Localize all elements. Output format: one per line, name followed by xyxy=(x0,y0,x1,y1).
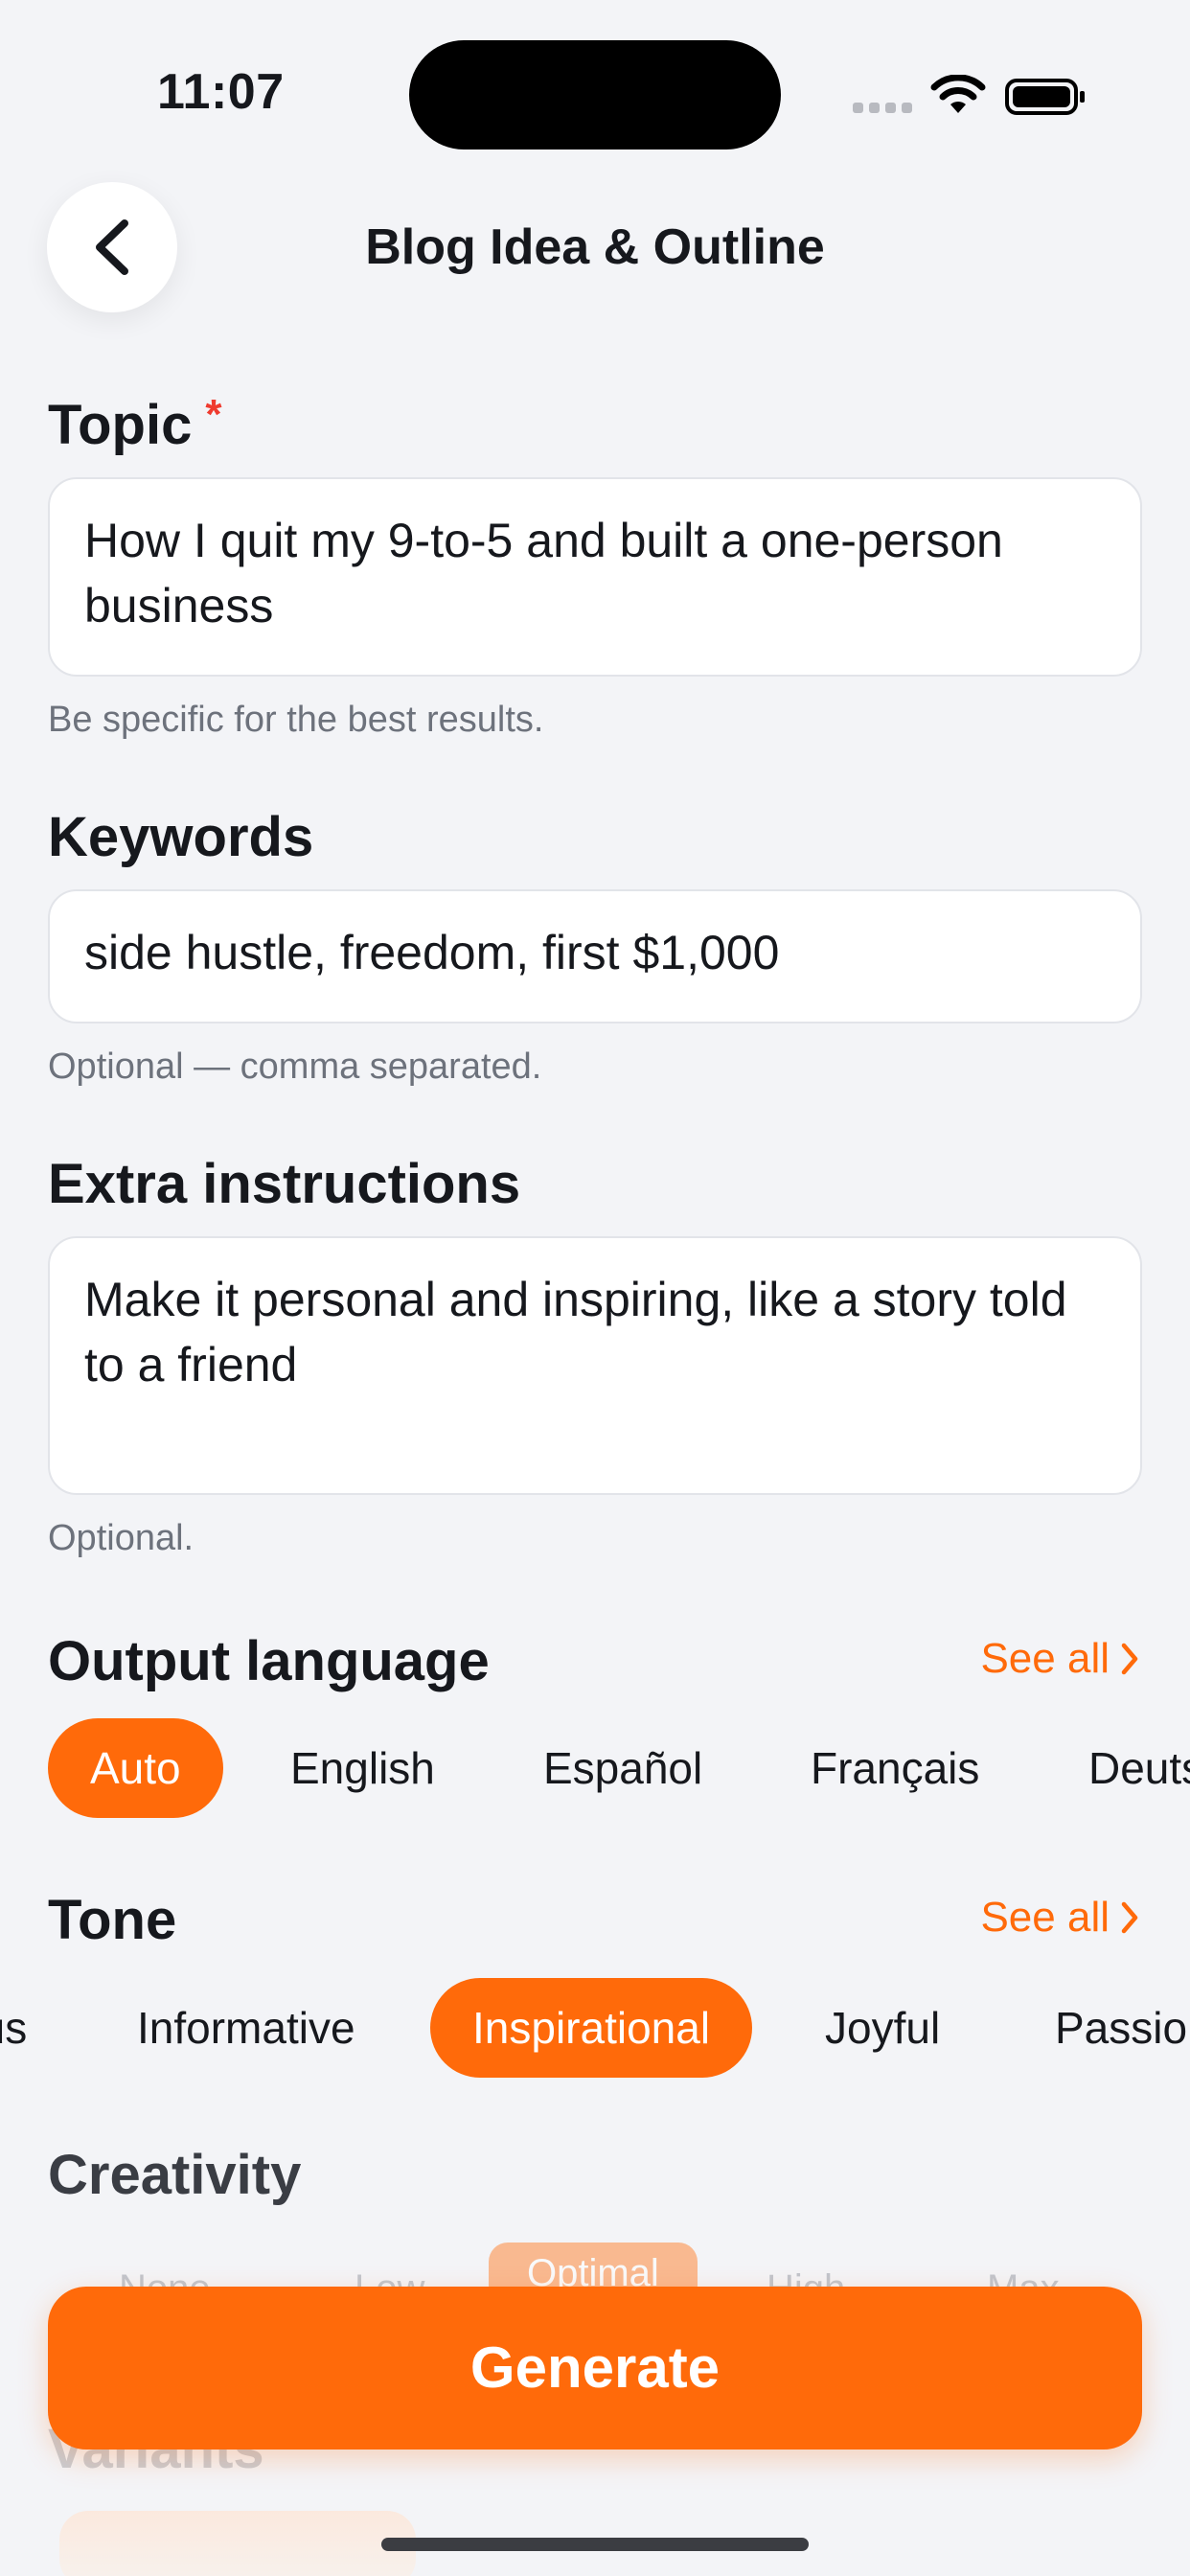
language-chip-row: Auto English Español Français Deutsch xyxy=(0,1718,1190,1820)
home-indicator xyxy=(381,2538,809,2551)
cellular-signal-icon xyxy=(853,103,912,113)
language-chip-english[interactable]: English xyxy=(290,1718,435,1818)
battery-icon xyxy=(1005,79,1085,115)
tone-chip-row: Humorous Informative Inspirational Joyfu… xyxy=(0,1978,1190,2080)
language-chip-deutsch[interactable]: Deutsch xyxy=(1088,1718,1190,1818)
topic-label-text: Topic xyxy=(48,394,193,456)
language-chip-francais[interactable]: Français xyxy=(811,1718,979,1818)
required-marker: * xyxy=(205,391,222,438)
tone-label: Tone xyxy=(48,1889,177,1951)
creativity-label: Creativity xyxy=(48,2144,302,2206)
language-see-all-link[interactable]: See all xyxy=(980,1635,1140,1683)
keywords-helper: Optional — comma separated. xyxy=(48,1046,542,1087)
chevron-right-icon xyxy=(1121,1901,1138,1934)
language-chip-espanol[interactable]: Español xyxy=(543,1718,702,1818)
topic-input[interactable]: How I quit my 9-to-5 and built a one-per… xyxy=(48,477,1142,677)
topic-label: Topic * xyxy=(48,391,222,457)
topic-helper: Be specific for the best results. xyxy=(48,700,544,740)
status-time: 11:07 xyxy=(157,64,285,120)
wifi-icon xyxy=(930,75,986,113)
extra-instructions-input[interactable]: Make it personal and inspiring, like a s… xyxy=(48,1236,1142,1495)
generate-button[interactable]: Generate xyxy=(48,2287,1142,2450)
extra-instructions-label: Extra instructions xyxy=(48,1153,521,1215)
page-title: Blog Idea & Outline xyxy=(365,219,825,275)
keywords-input[interactable]: side hustle, freedom, first $1,000 xyxy=(48,889,1142,1024)
language-see-all-text: See all xyxy=(980,1635,1110,1682)
tone-chip-inspirational[interactable]: Inspirational xyxy=(430,1978,753,2078)
tone-chip-humorous[interactable]: Humorous xyxy=(0,1978,27,2078)
tone-see-all-text: See all xyxy=(980,1894,1110,1941)
tone-chip-passionate[interactable]: Passionate xyxy=(1055,1978,1190,2078)
dynamic-island xyxy=(409,40,781,150)
tone-see-all-link[interactable]: See all xyxy=(980,1894,1140,1942)
variant-option[interactable] xyxy=(59,2511,416,2576)
screen: 11:07 Blog Idea & Outline Topic * How I q… xyxy=(0,0,1190,2576)
tone-chip-informative[interactable]: Informative xyxy=(137,1978,355,2078)
chevron-right-icon xyxy=(1121,1643,1138,1675)
output-language-label: Output language xyxy=(48,1630,490,1692)
extra-instructions-helper: Optional. xyxy=(48,1518,195,1558)
keywords-label: Keywords xyxy=(48,806,314,868)
language-chip-auto[interactable]: Auto xyxy=(48,1718,223,1818)
tone-chip-joyful[interactable]: Joyful xyxy=(825,1978,940,2078)
